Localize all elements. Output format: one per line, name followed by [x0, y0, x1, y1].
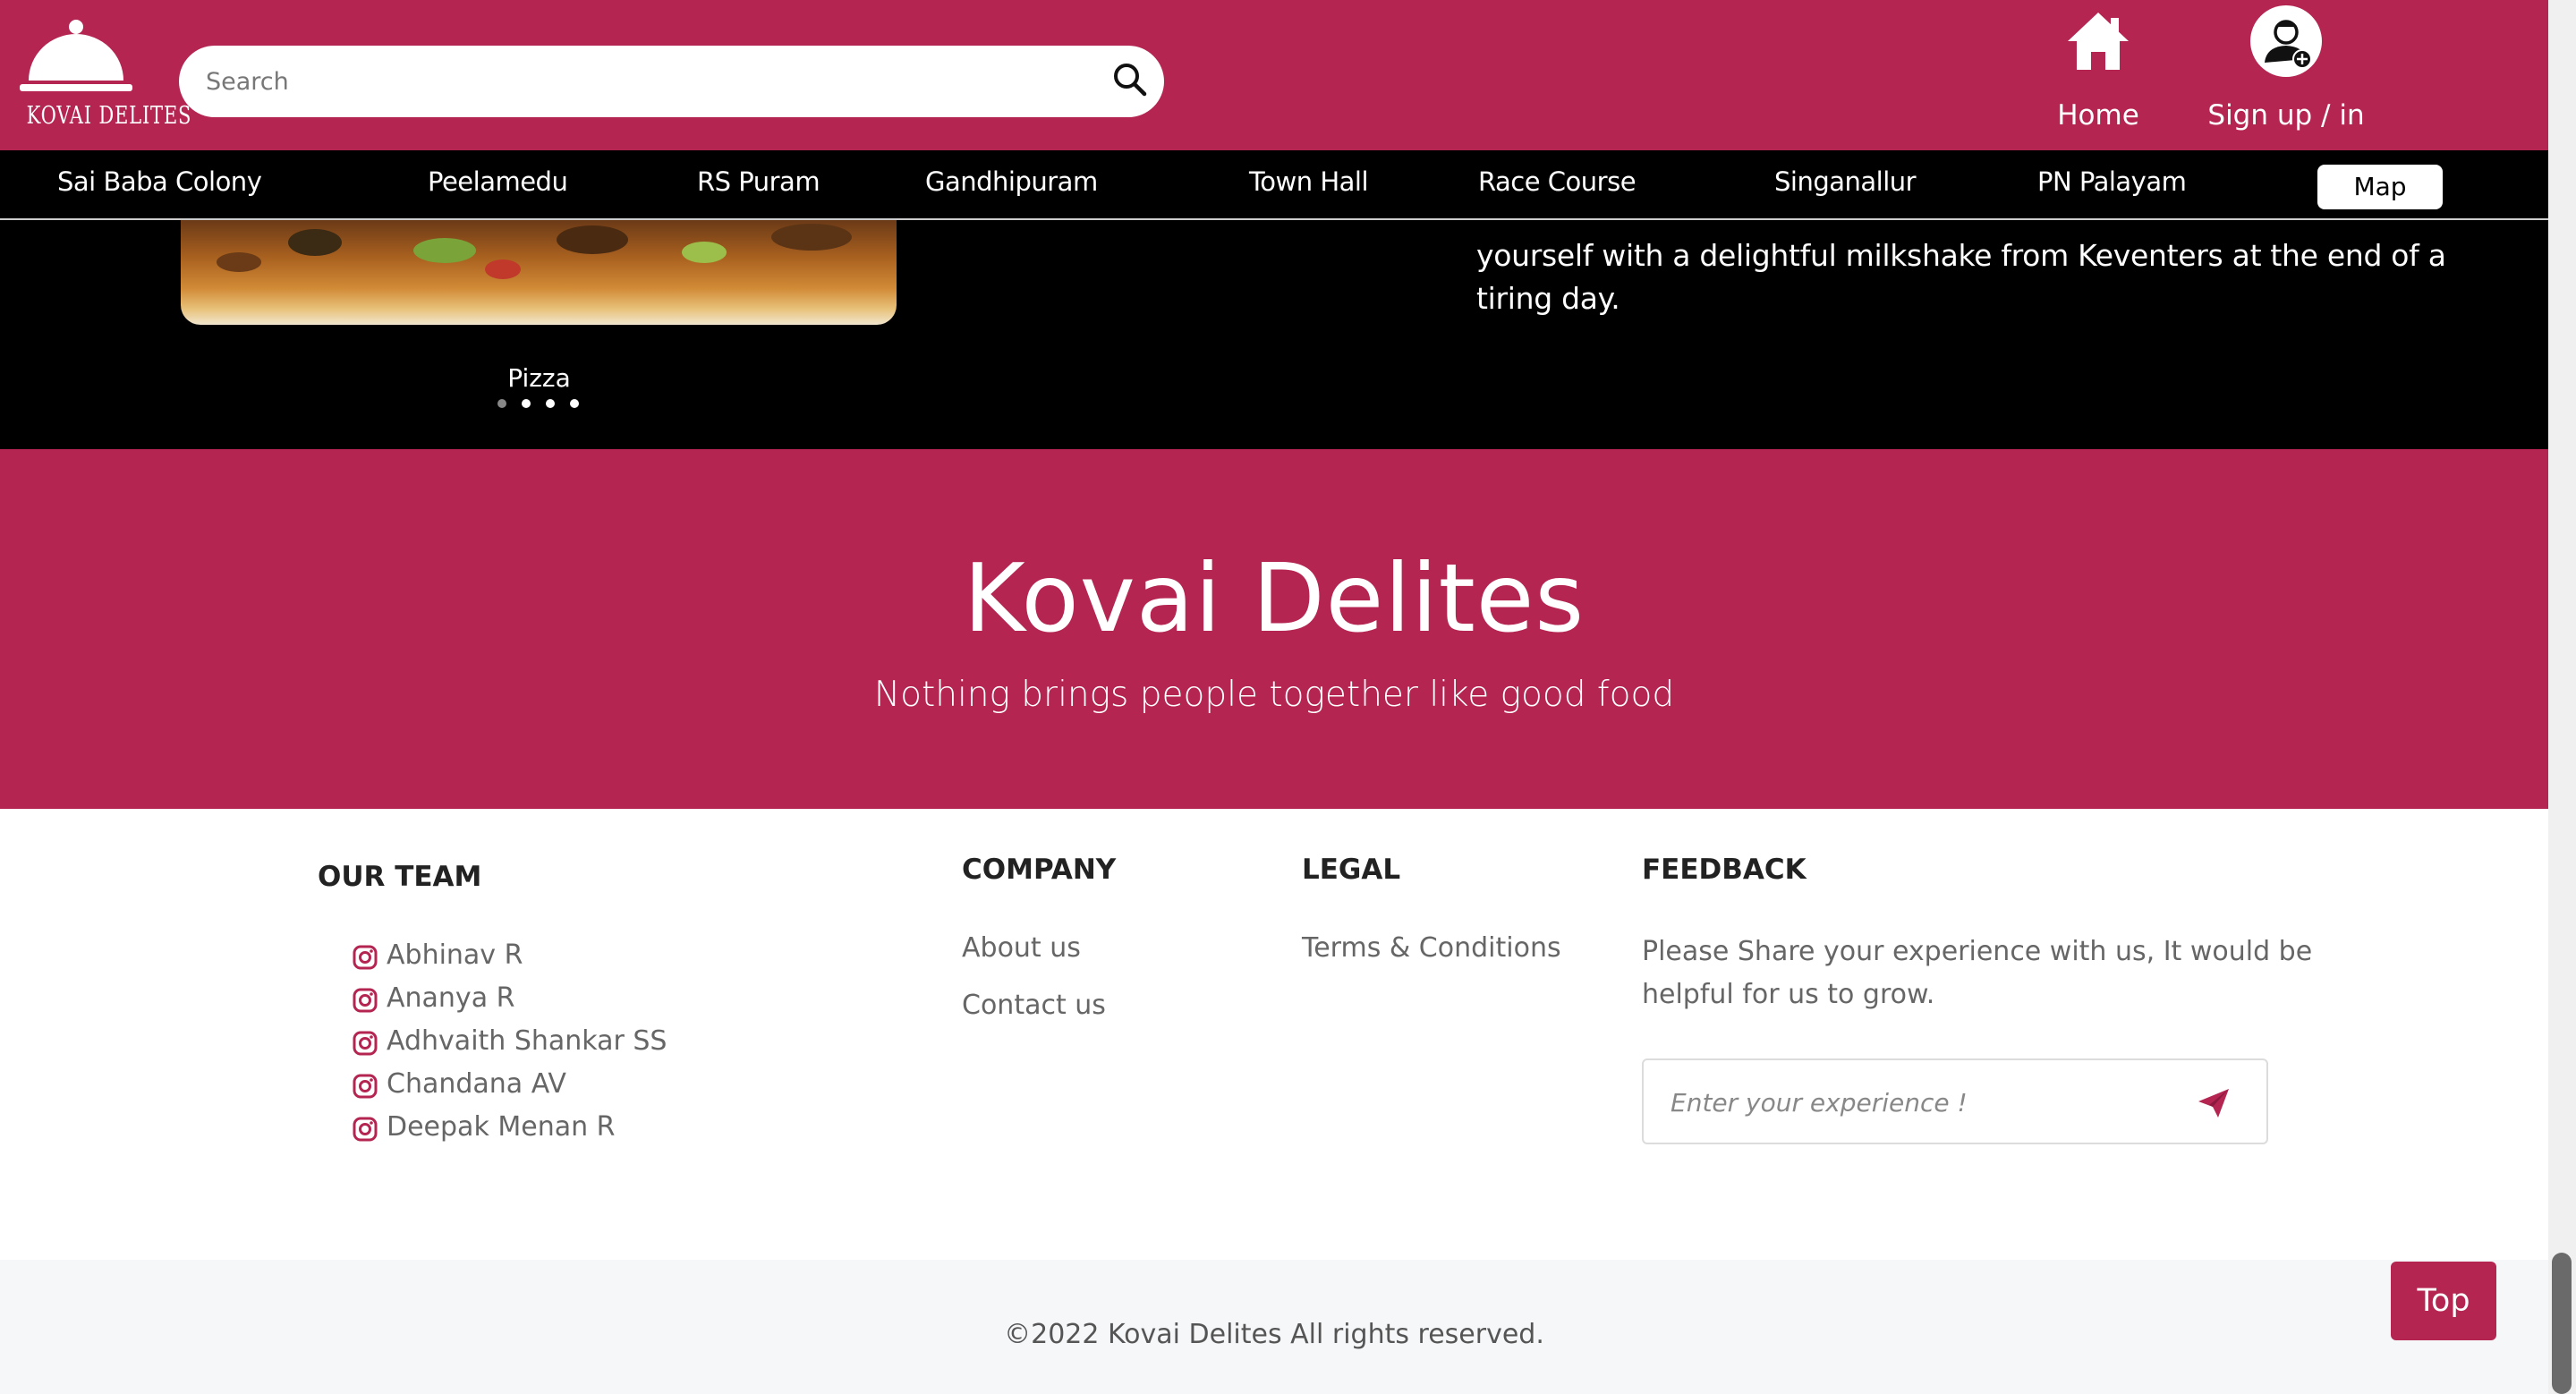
copyright-text: ©2022 Kovai Delites All rights reserved. [1004, 1319, 1544, 1350]
contact-us-link[interactable]: Contact us [962, 990, 1106, 1021]
signup-label: Sign up / in [2207, 99, 2365, 132]
location-rs-puram[interactable]: RS Puram [697, 166, 820, 197]
carousel-dot[interactable] [570, 399, 579, 408]
copyright-bar: ©2022 Kovai Delites All rights reserved. [0, 1260, 2548, 1394]
footer: OUR TEAM Abhinav R Ananya R Adhvaith Sha… [0, 809, 2548, 1260]
home-link[interactable]: Home [2040, 7, 2156, 141]
about-us-link[interactable]: About us [962, 932, 1081, 964]
location-gandhipuram[interactable]: Gandhipuram [925, 166, 1098, 197]
search-bar [179, 46, 1164, 117]
legal-heading: LEGAL [1302, 854, 1401, 886]
carousel-indicators [497, 399, 587, 410]
carousel-dot[interactable] [497, 399, 506, 408]
feedback-input[interactable] [1671, 1080, 2189, 1125]
home-label: Home [2057, 99, 2139, 132]
instagram-icon [353, 1031, 378, 1056]
instagram-icon [353, 1117, 378, 1142]
instagram-icon [353, 988, 378, 1013]
locations-nav: Sai Baba Colony Peelamedu RS Puram Gandh… [0, 150, 2548, 220]
search-icon[interactable] [1110, 60, 1150, 99]
location-peelamedu[interactable]: Peelamedu [428, 166, 568, 197]
scrollbar-thumb[interactable] [2552, 1253, 2572, 1394]
carousel-dot[interactable] [522, 399, 531, 408]
back-to-top-button[interactable]: Top [2391, 1262, 2496, 1340]
top-header: KOVAI DELITES Home Sign up / in [0, 0, 2548, 150]
feedback-heading: FEEDBACK [1642, 854, 1807, 886]
map-button[interactable]: Map [2317, 165, 2443, 209]
brand-banner: Kovai Delites Nothing brings people toge… [0, 449, 2548, 809]
carousel-image-pizza [181, 220, 897, 325]
feedback-form [1642, 1058, 2268, 1144]
feedback-text: Please Share your experience with us, It… [1642, 936, 2313, 1010]
banner-tagline: Nothing brings people together like good… [873, 675, 1675, 715]
carousel-description: yourself with a delightful milkshake fro… [1476, 238, 2446, 316]
company-heading: COMPANY [962, 854, 1117, 886]
team-member-name: Chandana AV [387, 1068, 566, 1100]
carousel-caption: Pizza [507, 363, 571, 393]
team-heading: OUR TEAM [318, 861, 482, 893]
logo-text: KOVAI DELITES [26, 102, 192, 130]
team-member-name: Adhvaith Shankar SS [387, 1025, 667, 1057]
location-singanallur[interactable]: Singanallur [1774, 166, 1917, 197]
search-input[interactable] [206, 58, 1101, 105]
location-race-course[interactable]: Race Course [1478, 166, 1637, 197]
cloche-icon [20, 20, 132, 91]
home-icon [2068, 13, 2129, 70]
instagram-icon [353, 945, 378, 970]
scrollbar-track[interactable] [2548, 0, 2576, 1394]
user-add-icon [2250, 5, 2322, 77]
send-icon[interactable] [2197, 1087, 2231, 1119]
team-member-name: Ananya R [387, 982, 515, 1014]
banner-title: Kovai Delites [963, 544, 1586, 653]
location-town-hall[interactable]: Town Hall [1249, 166, 1369, 197]
instagram-icon [353, 1074, 378, 1099]
carousel-dot[interactable] [546, 399, 555, 408]
team-member-name: Deepak Menan R [387, 1111, 616, 1143]
signup-link[interactable]: Sign up / in [2201, 4, 2371, 141]
team-member-name: Abhinav R [387, 939, 523, 971]
featured-section: Pizza yourself with a delightful milksha… [0, 220, 2548, 449]
terms-link[interactable]: Terms & Conditions [1302, 932, 1561, 964]
logo[interactable]: KOVAI DELITES [13, 18, 192, 138]
location-pn-palayam[interactable]: PN Palayam [2037, 166, 2187, 197]
location-sai-baba-colony[interactable]: Sai Baba Colony [57, 166, 262, 197]
